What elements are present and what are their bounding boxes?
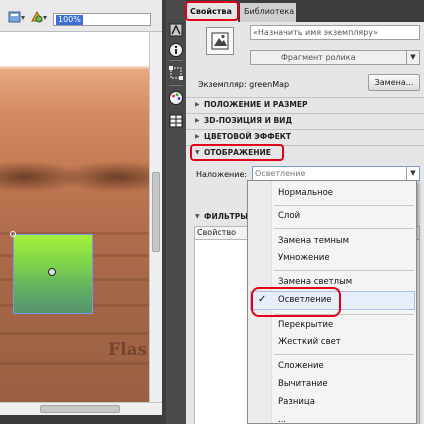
highlight-selected-mode [251,287,341,317]
water-ripple [0,332,149,335]
dropdown-item[interactable]: Вычитание [278,379,328,389]
dropdown-item[interactable]: Сложение [278,361,324,371]
dropdown-separator [274,270,414,271]
instance-of-label: Экземпляр: [198,80,247,89]
blend-mode-select[interactable]: Осветление ▼ [252,166,420,181]
dropdown-item[interactable]: Слой [278,211,300,221]
edit-scene-icon[interactable] [8,9,26,25]
dropdown-item[interactable]: Разница [278,397,315,407]
swatches-icon[interactable] [168,90,184,106]
zoom-input[interactable]: 100% [53,13,151,26]
stage-toolbar: 100% [0,0,162,32]
dropdown-separator [274,205,414,206]
caret-right-icon: ▶ [195,101,200,108]
section-3d-position[interactable]: ▶ 3D-ПОЗИЦИЯ И ВИД [186,113,424,128]
registration-point[interactable] [10,231,16,237]
info-icon[interactable] [168,42,184,58]
transform-point[interactable] [48,268,56,276]
color-icon[interactable] [168,22,184,38]
dropdown-item[interactable]: Замена светлым [278,277,352,287]
transform-icon[interactable] [168,65,184,81]
instance-of-text: Экземпляр: greenMap [198,80,289,89]
symbol-type-select[interactable]: Фрагмент ролика ▼ [250,50,420,65]
stage-horizontal-scrollbar[interactable] [0,402,162,415]
swap-button[interactable]: Замена... [368,74,420,91]
section-label: ПОЛОЖЕНИЕ И РАЗМЕР [204,100,308,109]
highlight-tab-properties [185,1,239,21]
stage-vertical-scrollbar[interactable] [149,32,162,402]
scrollbar-thumb[interactable] [40,405,120,413]
movie-clip-icon [206,27,234,55]
dropdown-item[interactable]: Умножение [278,253,330,263]
instance-of-value: greenMap [249,80,290,89]
collapsed-panels-strip [166,0,186,424]
section-label: ФИЛЬТРЫ [204,212,249,221]
dropdown-item[interactable]: Замена темным [278,236,349,246]
align-icon[interactable] [168,113,184,129]
dropdown-item[interactable]: Жесткий свет [278,337,341,347]
stage-canvas[interactable]: Flas [0,32,149,402]
stage-status-bar [0,415,162,424]
edit-symbol-icon[interactable] [30,9,48,25]
tab-library[interactable]: Библиотека [240,3,296,22]
blend-label: Наложение: [196,170,248,179]
scrollbar-thumb[interactable] [152,172,160,252]
dropdown-separator [274,354,414,355]
watermark-text: Flas [108,340,148,360]
dropdown-item[interactable]: Перекрытие [278,320,333,330]
instance-name-input[interactable]: «Назначить имя экземпляру» [250,25,420,40]
symbol-type-value: Фрагмент ролика [281,53,356,62]
dropdown-item[interactable]: ... [278,415,286,423]
water-ripple [0,362,149,365]
section-color-effect[interactable]: ▶ ЦВЕТОВОЙ ЭФФЕКТ [186,129,424,144]
dropdown-item[interactable]: Нормальное [278,188,333,198]
caret-right-icon: ▶ [195,133,200,140]
strip-separator [169,60,183,61]
zoom-value: 100% [56,15,83,25]
blend-mode-dropdown[interactable]: ✓ Нормальное Слой Замена темным Умножени… [247,180,417,424]
section-label: ЦВЕТОВОЙ ЭФФЕКТ [204,132,292,141]
section-label: 3D-ПОЗИЦИЯ И ВИД [204,116,293,125]
section-position-size[interactable]: ▶ ПОЛОЖЕНИЕ И РАЗМЕР [186,97,424,112]
chevron-down-icon: ▼ [406,51,419,64]
stage-background [0,32,149,66]
caret-right-icon: ▶ [195,117,200,124]
blend-mode-value: Осветление [255,169,306,178]
dropdown-separator [274,228,414,229]
chevron-down-icon: ▼ [406,167,419,180]
strip-separator [169,85,183,86]
highlight-section-display [190,144,284,161]
caret-down-icon: ▼ [195,213,200,220]
